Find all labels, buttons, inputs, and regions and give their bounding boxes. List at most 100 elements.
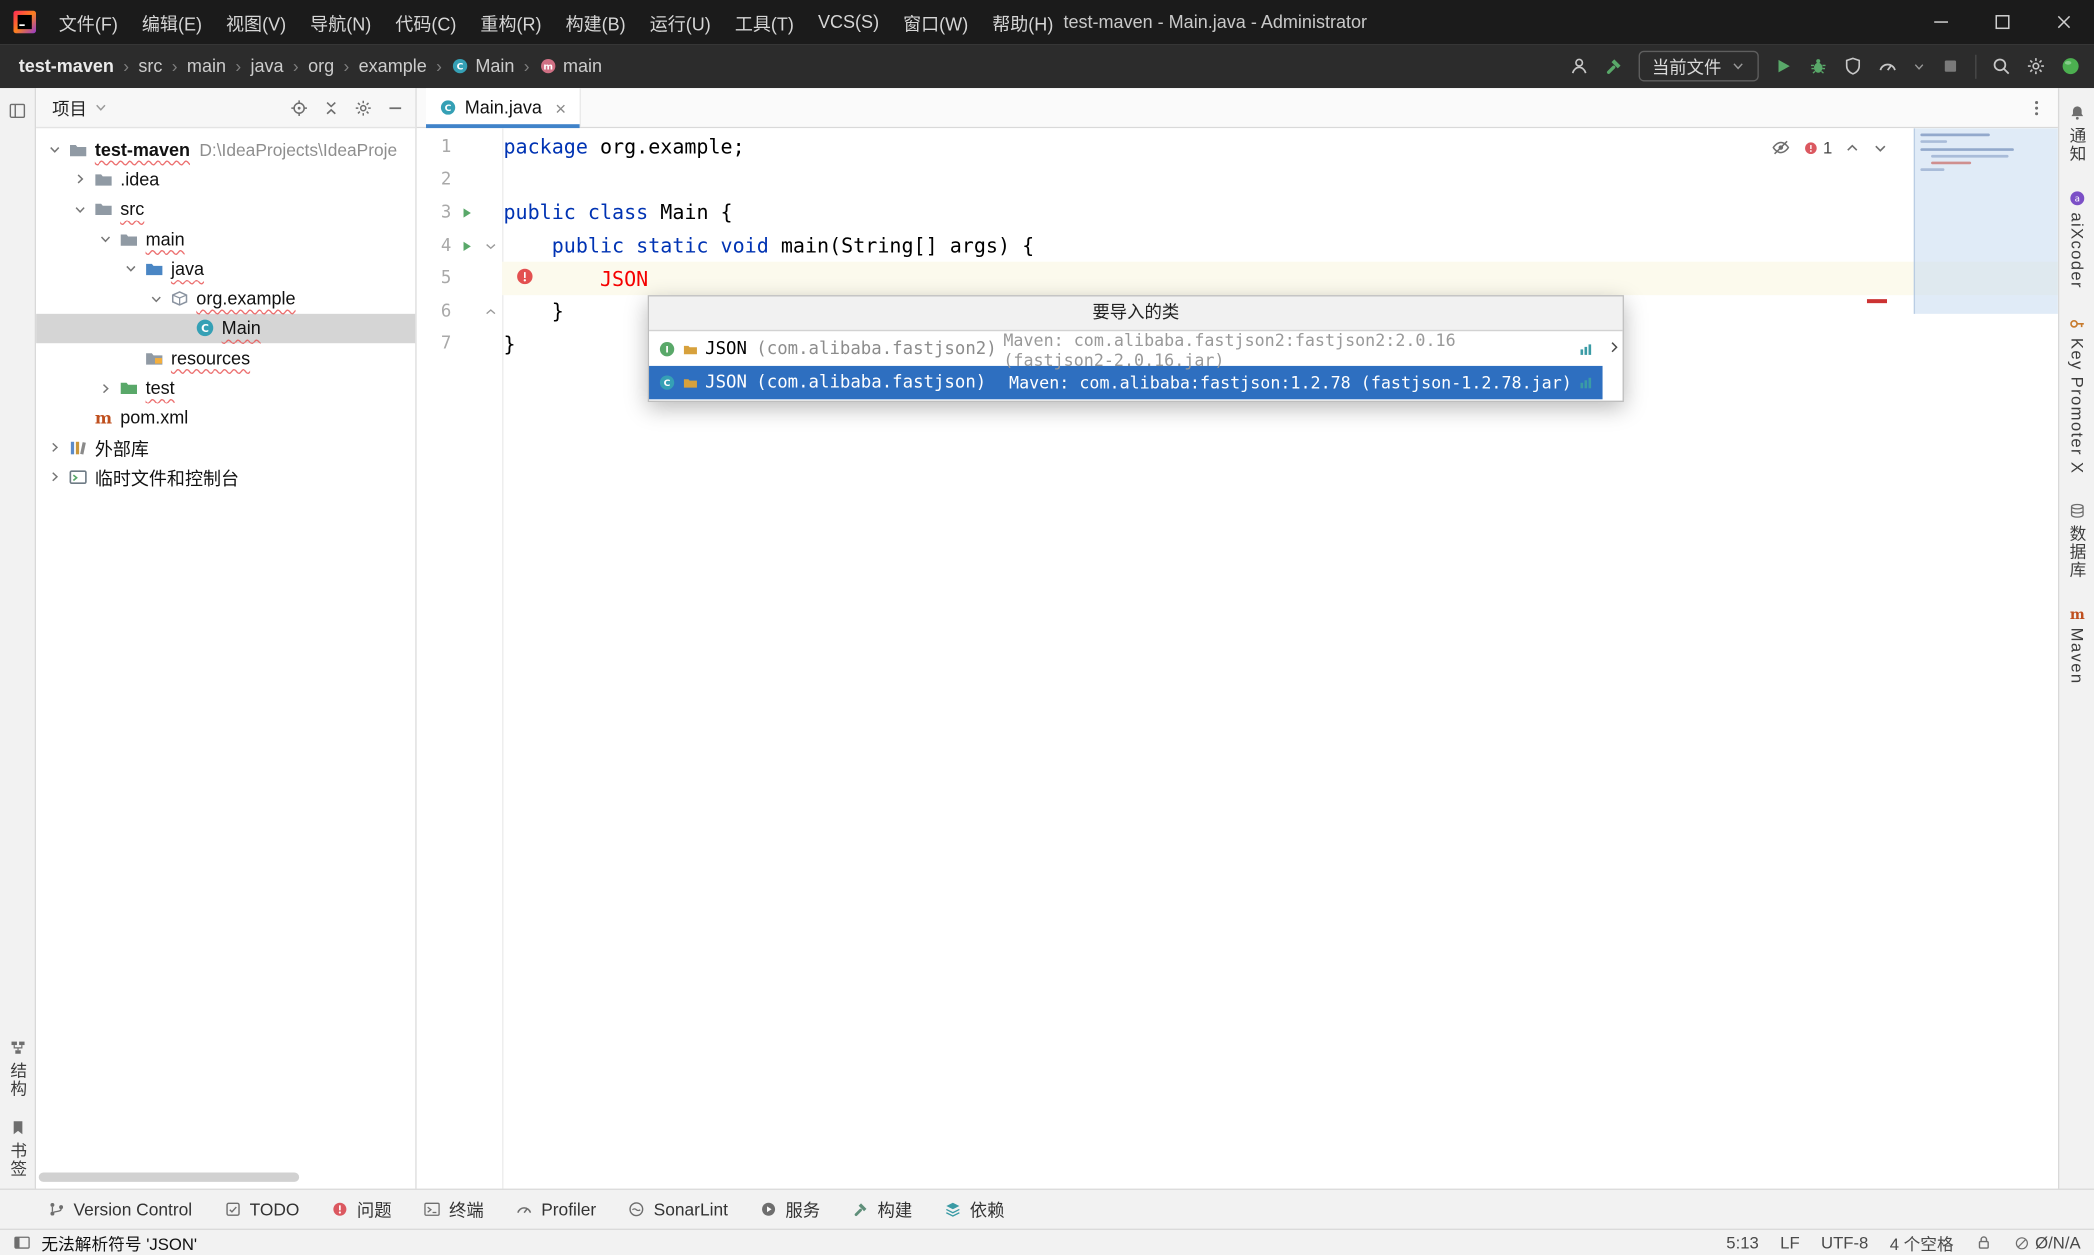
- run-button[interactable]: [1773, 56, 1793, 76]
- error-intention-icon[interactable]: [515, 267, 534, 291]
- chevron-right-icon[interactable]: [69, 172, 90, 188]
- breadcrumb-item[interactable]: mmain: [539, 56, 602, 76]
- tree-item[interactable]: 外部库: [36, 433, 415, 463]
- menu-item[interactable]: 文件(F): [47, 0, 130, 44]
- submenu-arrow-icon[interactable]: [1607, 339, 1623, 355]
- user-icon[interactable]: [1569, 56, 1589, 76]
- tree-item[interactable]: resources: [36, 343, 415, 373]
- breadcrumb-item[interactable]: CMain: [451, 56, 514, 76]
- chevron-down-icon[interactable]: [95, 231, 116, 247]
- chevron-down-icon[interactable]: [44, 142, 65, 158]
- chevron-down-icon[interactable]: [1912, 59, 1925, 72]
- menu-item[interactable]: 工具(T): [723, 0, 806, 44]
- chevron-down-icon[interactable]: [94, 100, 109, 115]
- chevron-down-icon[interactable]: [120, 261, 141, 277]
- tool-window-button-deps[interactable]: 依赖: [944, 1197, 1004, 1222]
- breadcrumb-item[interactable]: main: [187, 56, 226, 76]
- breadcrumb-item[interactable]: java: [251, 56, 284, 76]
- collapse-all-icon[interactable]: [322, 98, 341, 117]
- tool-window-button-services[interactable]: 服务: [760, 1197, 820, 1222]
- chevron-right-icon[interactable]: [95, 380, 116, 396]
- chevron-down-icon[interactable]: [69, 201, 90, 217]
- tree-item[interactable]: main: [36, 224, 415, 254]
- import-option[interactable]: CJSON(com.alibaba.fastjson)Maven: com.al…: [649, 366, 1603, 399]
- editor-line[interactable]: 4 public static void main(String[] args)…: [417, 229, 2058, 262]
- menu-item[interactable]: 运行(U): [638, 0, 723, 44]
- tree-item[interactable]: mpom.xml: [36, 403, 415, 433]
- memory-indicator[interactable]: Ø/N/A: [2014, 1233, 2081, 1252]
- breadcrumb-item[interactable]: src: [138, 56, 162, 76]
- tab-main-java[interactable]: C Main.java ×: [426, 88, 581, 127]
- settings-gear-icon[interactable]: [2026, 56, 2046, 76]
- lock-icon[interactable]: [1975, 1234, 1992, 1251]
- tree-item[interactable]: src: [36, 194, 415, 224]
- tree-item[interactable]: java: [36, 254, 415, 284]
- tool-button-mvn[interactable]: mMaven: [2067, 605, 2086, 685]
- breadcrumb-item[interactable]: org: [308, 56, 334, 76]
- tool-window-button-vcs[interactable]: Version Control: [48, 1199, 192, 1219]
- breadcrumb-item[interactable]: example: [359, 56, 427, 76]
- chevron-down-icon[interactable]: [146, 291, 167, 307]
- tool-button-structure[interactable]: 结构: [5, 1039, 30, 1098]
- tool-button-db[interactable]: 数据库: [2064, 502, 2089, 579]
- editor-line[interactable]: 5 JSON: [417, 262, 2058, 295]
- editor-line[interactable]: 3public class Main {: [417, 197, 2058, 230]
- menu-item[interactable]: 帮助(H): [980, 0, 1065, 44]
- tool-window-button-terminal[interactable]: 终端: [424, 1197, 484, 1222]
- close-button[interactable]: [2033, 0, 2094, 44]
- file-encoding[interactable]: UTF-8: [1821, 1233, 1868, 1252]
- horizontal-scrollbar[interactable]: [39, 1173, 299, 1182]
- panel-settings-gear-icon[interactable]: [354, 98, 373, 117]
- tool-window-button-problems[interactable]: 问题: [331, 1197, 391, 1222]
- caret-position[interactable]: 5:13: [1726, 1233, 1759, 1252]
- maximize-button[interactable]: [1971, 0, 2032, 44]
- fold-up-icon[interactable]: [481, 304, 501, 319]
- build-hammer-icon[interactable]: [1604, 56, 1624, 76]
- stop-button[interactable]: [1940, 56, 1960, 76]
- tree-item[interactable]: test-mavenD:\IdeaProjects\IdeaProje: [36, 135, 415, 165]
- code-editor[interactable]: 1package org.example;23public class Main…: [417, 128, 2058, 1188]
- run-configuration-select[interactable]: 当前文件: [1639, 51, 1759, 82]
- fold-down-icon[interactable]: [481, 238, 501, 253]
- close-tab-icon[interactable]: ×: [555, 98, 566, 117]
- tool-window-toggle-icon[interactable]: [13, 1234, 30, 1251]
- indent-setting[interactable]: 4 个空格: [1890, 1230, 1954, 1255]
- tool-button-bell[interactable]: 通知: [2064, 104, 2089, 163]
- menu-item[interactable]: 代码(C): [383, 0, 468, 44]
- error-count-badge[interactable]: 1: [1803, 138, 1832, 157]
- chevron-right-icon[interactable]: [44, 440, 65, 456]
- tree-item[interactable]: test: [36, 373, 415, 403]
- coverage-button[interactable]: [1843, 56, 1863, 76]
- locate-file-icon[interactable]: [290, 98, 309, 117]
- line-ending[interactable]: LF: [1780, 1233, 1799, 1252]
- project-panel-title[interactable]: 项目: [52, 95, 87, 120]
- chevron-right-icon[interactable]: [44, 469, 65, 485]
- next-error-icon[interactable]: [1872, 140, 1888, 156]
- tree-item[interactable]: .idea: [36, 165, 415, 195]
- run-gutter-icon[interactable]: [451, 206, 480, 221]
- menu-item[interactable]: 窗口(W): [891, 0, 980, 44]
- tool-window-button-profiler[interactable]: Profiler: [516, 1199, 596, 1219]
- import-option[interactable]: IJSON(com.alibaba.fastjson2)Maven: com.a…: [649, 333, 1603, 366]
- plugin-status-icon[interactable]: [2061, 56, 2081, 76]
- tool-window-button-sonarlint[interactable]: SonarLint: [628, 1199, 728, 1219]
- tool-window-button-todo[interactable]: TODO: [224, 1199, 299, 1219]
- tree-item[interactable]: 临时文件和控制台: [36, 462, 415, 492]
- menu-item[interactable]: 视图(V): [214, 0, 298, 44]
- highlighting-off-icon[interactable]: [1771, 138, 1791, 158]
- tree-item[interactable]: org.example: [36, 284, 415, 314]
- tool-window-button-build[interactable]: 构建: [852, 1197, 912, 1222]
- menu-item[interactable]: VCS(S): [806, 0, 891, 44]
- debug-button[interactable]: [1808, 56, 1828, 76]
- menu-item[interactable]: 导航(N): [298, 0, 383, 44]
- profiler-button[interactable]: [1878, 56, 1898, 76]
- previous-error-icon[interactable]: [1844, 140, 1860, 156]
- hide-panel-icon[interactable]: [386, 98, 405, 117]
- code-minimap[interactable]: [1914, 128, 2058, 314]
- tree-item[interactable]: CMain: [36, 314, 415, 344]
- run-gutter-icon[interactable]: [451, 238, 480, 253]
- minimize-button[interactable]: [1910, 0, 1971, 44]
- tool-button-aix[interactable]: aaiXcoder: [2067, 190, 2086, 289]
- breadcrumb-item[interactable]: test-maven: [19, 56, 114, 76]
- error-stripe-mark[interactable]: [1867, 299, 1887, 303]
